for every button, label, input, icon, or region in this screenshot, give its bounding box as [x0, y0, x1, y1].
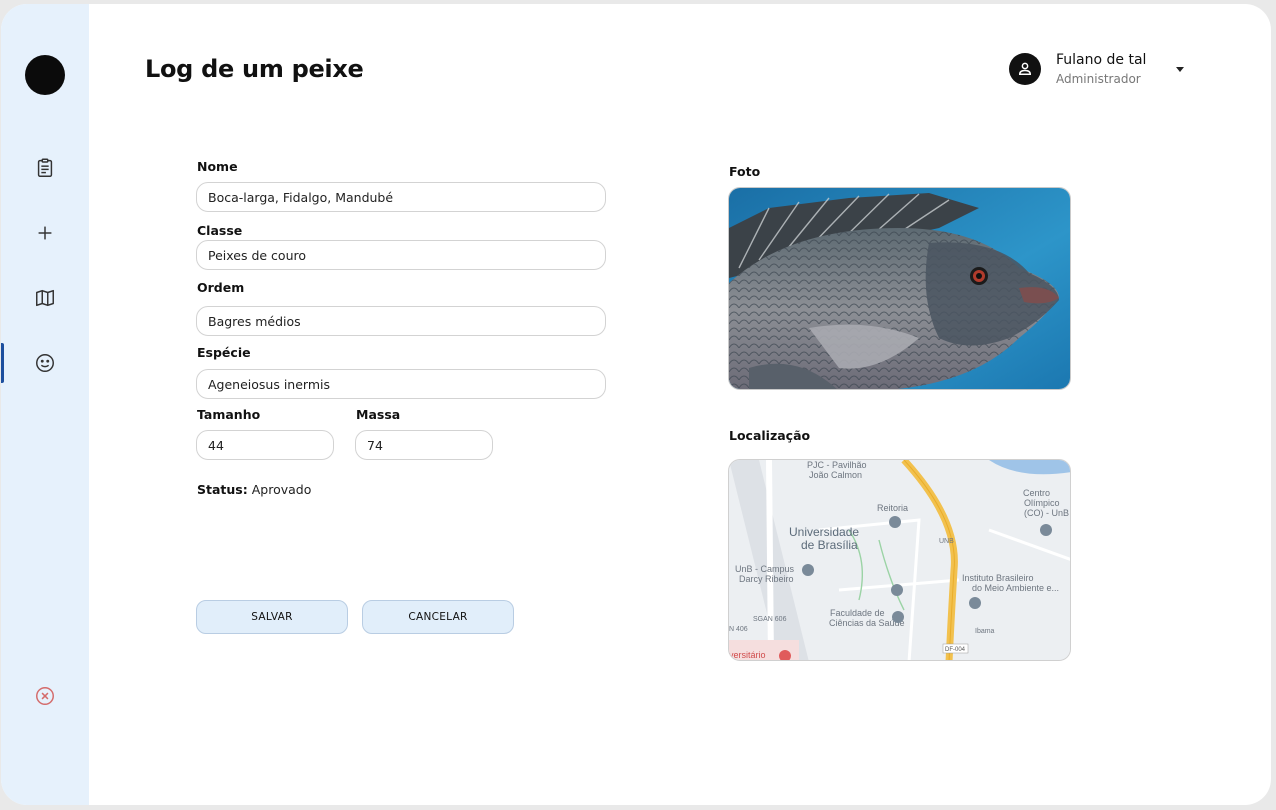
map-label-sgan: SGAN 606 [753, 616, 787, 623]
map-label-campus1: UnB - Campus [735, 564, 795, 574]
smile-icon [36, 354, 54, 372]
classe-label: Classe [197, 223, 243, 238]
user-avatar-icon [1009, 53, 1041, 85]
map-label-hosp: versitário [729, 650, 766, 660]
map-label-centro3: (CO) - UnB [1024, 508, 1069, 518]
map-label-ibr1: Instituto Brasileiro [962, 573, 1034, 583]
status-label: Status: [197, 482, 248, 497]
especie-label: Espécie [197, 345, 251, 360]
clipboard-icon [37, 158, 53, 177]
app-logo [25, 55, 65, 95]
page-title: Log de um peixe [145, 55, 364, 83]
photo-label: Foto [729, 164, 761, 179]
map-label-pjc: PJC - Pavilhão [807, 460, 867, 470]
map-label-fac1: Faculdade de [830, 608, 885, 618]
map-label-unb: UNB [939, 538, 954, 545]
ordem-input[interactable] [196, 306, 606, 336]
especie-input[interactable] [196, 369, 606, 399]
app-window: Log de um peixe Fulano de tal Administra… [1, 4, 1271, 805]
massa-input[interactable] [355, 430, 493, 460]
ordem-label: Ordem [197, 280, 245, 295]
user-role: Administrador [1056, 72, 1141, 86]
logout-button[interactable] [1, 676, 89, 716]
sidebar-item-logs[interactable] [1, 148, 89, 188]
classe-input[interactable] [196, 240, 606, 270]
map-label-joao: João Calmon [809, 470, 862, 480]
plus-icon [38, 226, 52, 240]
sidebar-item-add[interactable] [1, 213, 89, 253]
tamanho-input[interactable] [196, 430, 334, 460]
map-label-reitoria: Reitoria [877, 503, 908, 513]
map-label-ibr2: do Meio Ambiente e... [972, 583, 1059, 593]
sidebar-item-map[interactable] [1, 278, 89, 318]
map-label-univ1: Universidade [789, 525, 859, 539]
cancel-button[interactable]: CANCELAR [362, 600, 514, 634]
fish-photo [728, 187, 1071, 390]
status-value: Aprovado [251, 482, 312, 497]
nome-input[interactable] [196, 182, 606, 212]
massa-label: Massa [356, 407, 401, 422]
tamanho-label: Tamanho [197, 407, 261, 422]
location-label: Localização [729, 428, 811, 443]
user-menu[interactable]: Fulano de tal Administrador [1009, 50, 1184, 88]
user-name: Fulano de tal [1056, 52, 1147, 68]
close-circle-icon [36, 687, 54, 705]
sidebar-item-fish[interactable] [1, 343, 89, 383]
chevron-down-icon[interactable] [1176, 67, 1184, 72]
map-label-n406: N 406 [729, 626, 748, 633]
map-icon [36, 289, 54, 307]
map-label-campus2: Darcy Ribeiro [739, 574, 794, 584]
status-text: Status: Aprovado [197, 482, 311, 497]
map-label-centro1: Centro [1023, 488, 1050, 498]
map-label-centro2: Olímpico [1024, 498, 1060, 508]
map-label-univ2: de Brasília [801, 538, 858, 552]
save-button[interactable]: SALVAR [196, 600, 348, 634]
sidebar [1, 4, 89, 805]
map-label-df: DF-004 [945, 647, 966, 653]
nome-label: Nome [197, 159, 238, 174]
map-label-ibama: Ibama [975, 628, 995, 635]
location-map[interactable]: PJC - Pavilhão João Calmon Reitoria UNB … [728, 459, 1071, 661]
